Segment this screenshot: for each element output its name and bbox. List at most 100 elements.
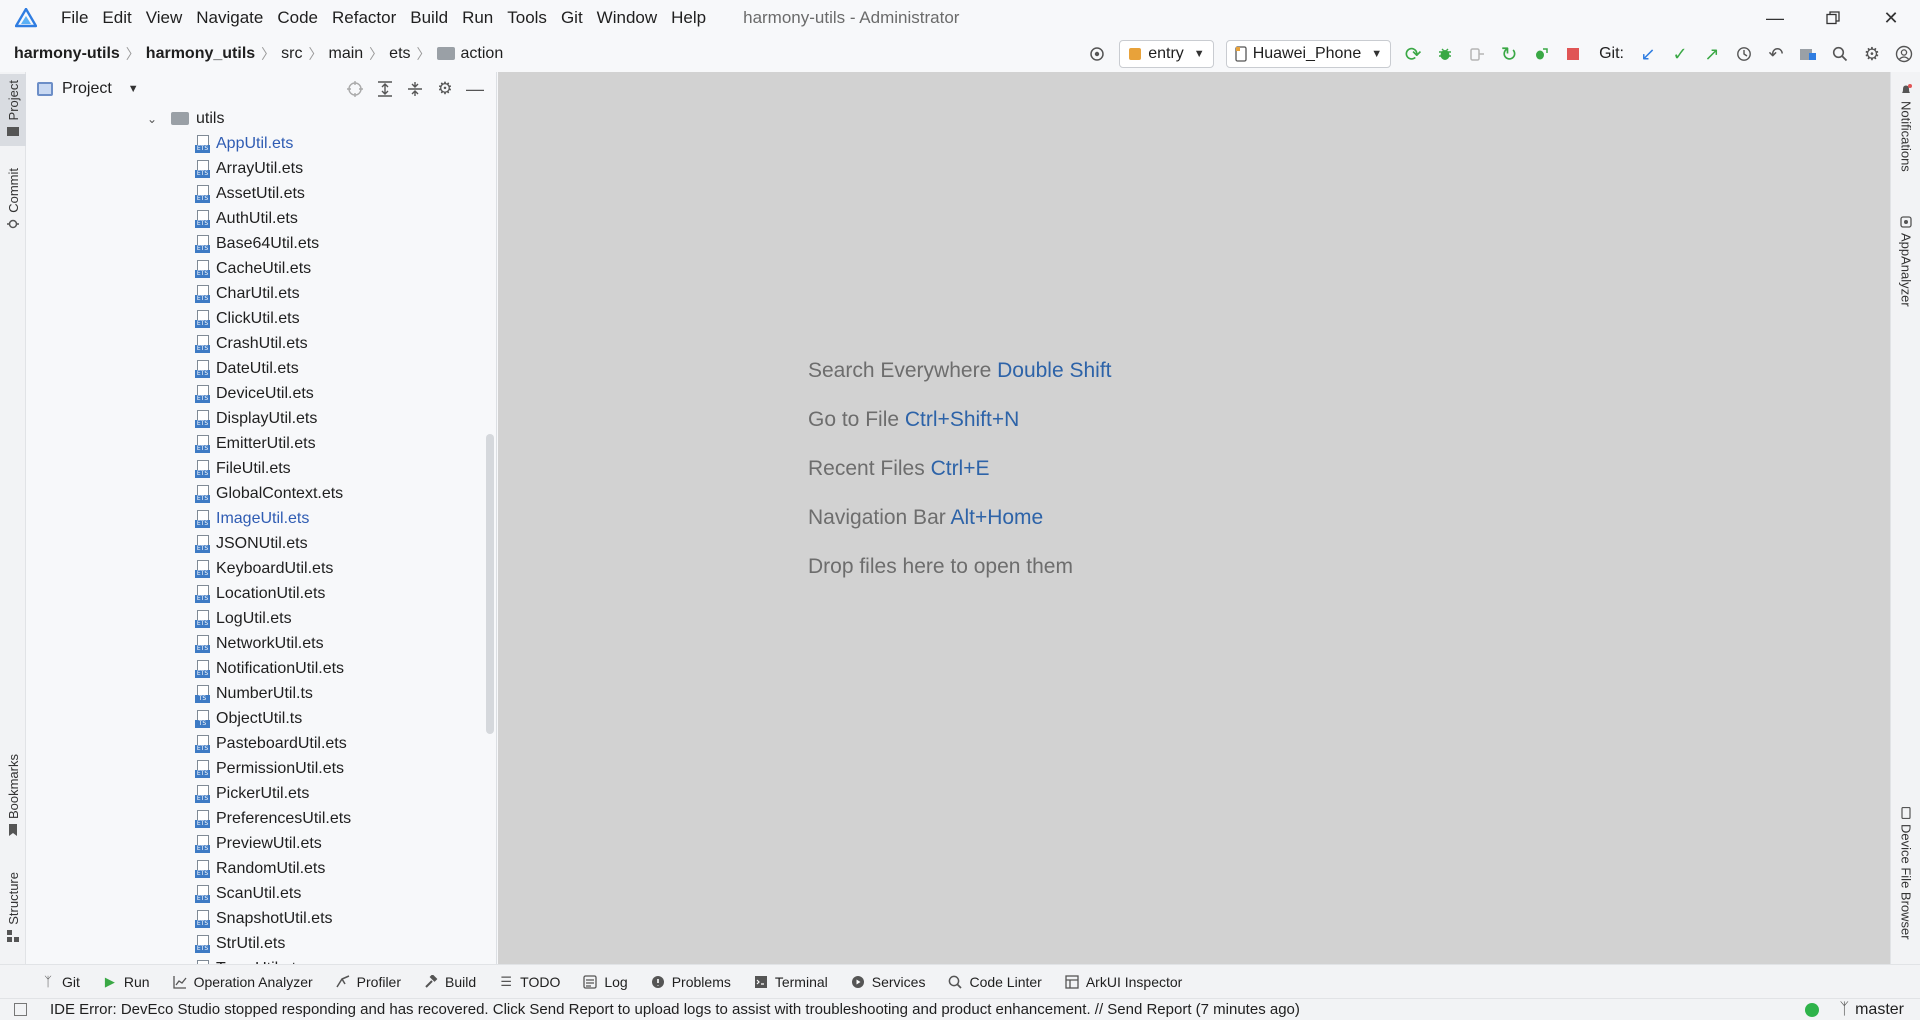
tree-file[interactable]: ETS CacheUtil.ets bbox=[27, 256, 496, 281]
tree-file[interactable]: ETS KeyboardUtil.ets bbox=[27, 556, 496, 581]
menu-view[interactable]: View bbox=[139, 8, 190, 28]
history-icon[interactable] bbox=[1728, 38, 1760, 70]
tree-scrollbar[interactable] bbox=[486, 434, 494, 734]
tab-device-file-browser[interactable]: Device File Browser bbox=[1891, 807, 1920, 940]
attach-debugger-icon[interactable] bbox=[1461, 38, 1493, 70]
menu-file[interactable]: File bbox=[54, 8, 95, 28]
menu-git[interactable]: Git bbox=[554, 8, 590, 28]
git-update-icon[interactable]: ↙ bbox=[1632, 38, 1664, 70]
project-structure-icon[interactable] bbox=[1792, 38, 1824, 70]
tree-file[interactable]: ETS ScanUtil.ets bbox=[27, 881, 496, 906]
breadcrumb-project[interactable]: harmony-utils bbox=[14, 45, 120, 63]
collapse-all-icon[interactable] bbox=[400, 74, 430, 104]
tree-file[interactable]: ETS PickerUtil.ets bbox=[27, 781, 496, 806]
tree-file[interactable]: ETS CharUtil.ets bbox=[27, 281, 496, 306]
tool-operation-analyzer[interactable]: Operation Analyzer bbox=[172, 974, 313, 990]
tree-file[interactable]: ETS RandomUtil.ets bbox=[27, 856, 496, 881]
close-icon[interactable]: ✕ bbox=[1862, 0, 1920, 36]
tree-file[interactable]: ETS AppUtil.ets bbox=[27, 131, 496, 156]
rollback-icon[interactable]: ↶ bbox=[1760, 38, 1792, 70]
stop-icon[interactable] bbox=[1557, 38, 1589, 70]
tool-run[interactable]: ▶ Run bbox=[102, 974, 150, 990]
panel-settings-icon[interactable]: ⚙ bbox=[430, 74, 460, 104]
deveco-logo-icon[interactable] bbox=[12, 4, 40, 32]
tree-file[interactable]: ETS PasteboardUtil.ets bbox=[27, 731, 496, 756]
tool-build[interactable]: Build bbox=[423, 974, 476, 990]
tool-git[interactable]: ᛉ Git bbox=[40, 974, 80, 990]
editor-area[interactable]: Search Everywhere Double Shift Go to Fil… bbox=[498, 72, 1890, 964]
tree-file[interactable]: TS NumberUtil.ts bbox=[27, 681, 496, 706]
tree-file[interactable]: ETS FileUtil.ets bbox=[27, 456, 496, 481]
tab-project[interactable]: Project bbox=[0, 74, 26, 146]
tree-file[interactable]: ETS DateUtil.ets bbox=[27, 356, 496, 381]
tab-bookmarks[interactable]: Bookmarks bbox=[0, 754, 26, 837]
menu-tools[interactable]: Tools bbox=[500, 8, 554, 28]
status-ok-icon[interactable] bbox=[1805, 1003, 1820, 1017]
minimize-icon[interactable]: — bbox=[1746, 0, 1804, 36]
menu-code[interactable]: Code bbox=[270, 8, 325, 28]
menu-edit[interactable]: Edit bbox=[95, 8, 138, 28]
debug-icon[interactable] bbox=[1429, 38, 1461, 70]
device-select[interactable]: Huawei_Phone ▼ bbox=[1225, 40, 1392, 68]
tree-file[interactable]: ETS JSONUtil.ets bbox=[27, 531, 496, 556]
menu-navigate[interactable]: Navigate bbox=[189, 8, 270, 28]
menu-run[interactable]: Run bbox=[455, 8, 500, 28]
tree-file[interactable]: ETS EmitterUtil.ets bbox=[27, 431, 496, 456]
module-select[interactable]: entry ▼ bbox=[1119, 40, 1214, 68]
breadcrumb-ets[interactable]: ets bbox=[389, 45, 410, 63]
tree-file[interactable]: ETS NetworkUtil.ets bbox=[27, 631, 496, 656]
apply-changes-icon[interactable]: ↻ bbox=[1493, 38, 1525, 70]
tree-file[interactable]: ETS GlobalContext.ets bbox=[27, 481, 496, 506]
tree-file[interactable]: ETS DisplayUtil.ets bbox=[27, 406, 496, 431]
tree-file[interactable]: ETS LocationUtil.ets bbox=[27, 581, 496, 606]
expand-all-icon[interactable] bbox=[370, 74, 400, 104]
tree-file[interactable]: ETS PreferencesUtil.ets bbox=[27, 806, 496, 831]
tool-log[interactable]: Log bbox=[582, 974, 628, 990]
tool-terminal[interactable]: Terminal bbox=[753, 974, 828, 990]
settings-icon[interactable]: ⚙ bbox=[1856, 38, 1888, 70]
apply-code-changes-icon[interactable] bbox=[1525, 38, 1557, 70]
tool-code-linter[interactable]: Code Linter bbox=[947, 974, 1042, 990]
menu-refactor[interactable]: Refactor bbox=[325, 8, 403, 28]
tree-file[interactable]: ETSTempUtil.ets bbox=[27, 956, 496, 964]
tool-problems[interactable]: Problems bbox=[650, 974, 731, 990]
restore-icon[interactable] bbox=[1804, 0, 1862, 36]
breadcrumb-action[interactable]: action bbox=[461, 45, 504, 63]
git-push-icon[interactable]: ↗ bbox=[1696, 38, 1728, 70]
git-branch-widget[interactable]: ᛉ master bbox=[1839, 1001, 1904, 1019]
git-commit-icon[interactable]: ✓ bbox=[1664, 38, 1696, 70]
tab-structure[interactable]: Structure bbox=[0, 872, 26, 942]
breadcrumb-main[interactable]: main bbox=[328, 45, 363, 63]
tree-file[interactable]: ETS ImageUtil.ets bbox=[27, 506, 496, 531]
search-icon[interactable] bbox=[1824, 38, 1856, 70]
target-icon[interactable] bbox=[1081, 38, 1113, 70]
tree-file[interactable]: ETS LogUtil.ets bbox=[27, 606, 496, 631]
tab-commit[interactable]: Commit bbox=[0, 168, 26, 230]
tool-arkui-inspector[interactable]: ArkUI Inspector bbox=[1064, 974, 1182, 990]
menu-window[interactable]: Window bbox=[590, 8, 664, 28]
breadcrumb-src[interactable]: src bbox=[281, 45, 302, 63]
tool-services[interactable]: Services bbox=[850, 974, 925, 990]
tree-file[interactable]: ETS Base64Util.ets bbox=[27, 231, 496, 256]
tree-folder-utils[interactable]: ⌄ utils bbox=[27, 106, 496, 131]
tool-profiler[interactable]: Profiler bbox=[335, 974, 401, 990]
tree-file[interactable]: ETS PreviewUtil.ets bbox=[27, 831, 496, 856]
account-icon[interactable] bbox=[1888, 38, 1920, 70]
toggle-tool-windows-icon[interactable] bbox=[14, 1003, 27, 1016]
tree-file[interactable]: ETS StrUtil.ets bbox=[27, 931, 496, 956]
tab-notifications[interactable]: Notifications bbox=[1891, 84, 1920, 172]
rerun-icon[interactable]: ⟳ bbox=[1397, 38, 1429, 70]
project-view-select[interactable]: Project ▼ bbox=[37, 80, 139, 98]
hide-panel-icon[interactable]: — bbox=[460, 74, 490, 104]
breadcrumb-module[interactable]: harmony_utils bbox=[146, 45, 255, 63]
tree-file[interactable]: ETS AuthUtil.ets bbox=[27, 206, 496, 231]
menu-help[interactable]: Help bbox=[664, 8, 713, 28]
tree-file[interactable]: ETS PermissionUtil.ets bbox=[27, 756, 496, 781]
tool-todo[interactable]: ☰ TODO bbox=[498, 974, 560, 990]
tab-app-analyzer[interactable]: AppAnalyzer bbox=[1891, 216, 1920, 307]
tree-file[interactable]: ETS ClickUtil.ets bbox=[27, 306, 496, 331]
tree-file[interactable]: ETS AssetUtil.ets bbox=[27, 181, 496, 206]
tree-file[interactable]: TS ObjectUtil.ts bbox=[27, 706, 496, 731]
tree-file[interactable]: ETS ArrayUtil.ets bbox=[27, 156, 496, 181]
menu-build[interactable]: Build bbox=[403, 8, 455, 28]
